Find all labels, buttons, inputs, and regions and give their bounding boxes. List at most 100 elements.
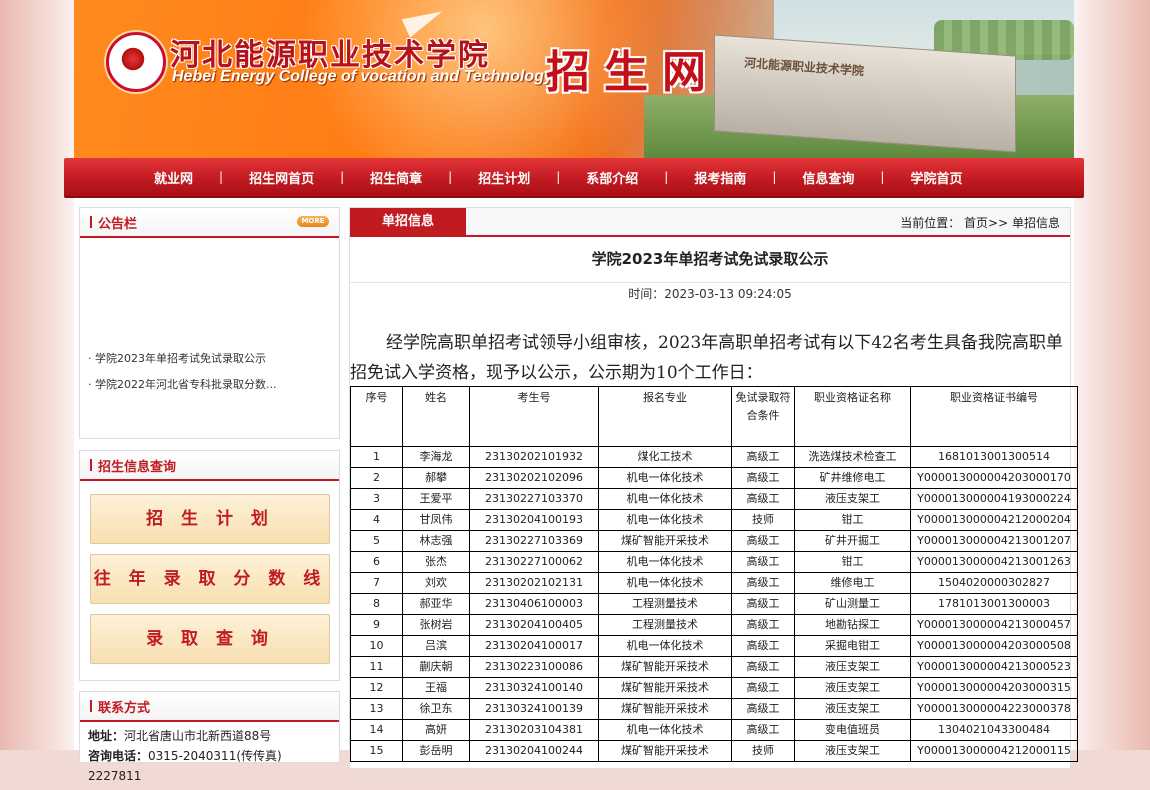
table-cell: 2: [350, 467, 403, 489]
table-cell: 高级工: [731, 635, 795, 657]
column-header: 序号: [350, 386, 403, 447]
admission-plan-button[interactable]: 招 生 计 划: [90, 494, 330, 544]
table-cell: 煤化工技术: [598, 446, 732, 468]
table-cell: 技师: [731, 740, 795, 762]
tab-single-admission[interactable]: 单招信息: [350, 208, 466, 235]
column-header: 职业资格证名称: [794, 386, 911, 447]
table-cell: Y000013000004212000204: [910, 509, 1078, 531]
list-item[interactable]: · 学院2023年单招考试免试录取公示: [88, 346, 328, 372]
table-cell: 液压支架工: [794, 677, 911, 699]
table-cell: 7: [350, 572, 403, 594]
college-name-en: Hebei Energy College of vocation and Tec…: [172, 68, 553, 85]
table-cell: 工程测量技术: [598, 614, 732, 636]
nav-list: 就业网 | 招生网首页 | 招生简章 | 招生计划 | 系部介绍 | 报考指南 | 信息查询…: [154, 158, 988, 196]
table-cell: 机电一体化技术: [598, 467, 732, 489]
table-cell: 23130324100140: [469, 677, 599, 699]
table-cell: 高级工: [731, 677, 795, 699]
logo-emblem-icon: [120, 46, 146, 72]
nav-item-admission-home[interactable]: 招生网首页: [223, 168, 340, 187]
table-cell: 吕滨: [402, 635, 470, 657]
table-cell: 液压支架工: [794, 656, 911, 678]
table-cell: 23130204100405: [469, 614, 599, 636]
breadcrumb-home-link[interactable]: 首页>>: [964, 216, 1008, 230]
table-cell: 高级工: [731, 572, 795, 594]
table-cell: 液压支架工: [794, 740, 911, 762]
table-cell: 高级工: [731, 467, 795, 489]
address-value: 河北省唐山市北新西道88号: [124, 729, 272, 743]
table-cell: 23130227103370: [469, 488, 599, 510]
table-cell: 煤矿智能开采技术: [598, 677, 732, 699]
breadcrumb-label: 当前位置：: [900, 216, 961, 230]
table-cell: 高级工: [731, 698, 795, 720]
column-header: 姓名: [402, 386, 470, 447]
table-cell: 23130223100086: [469, 656, 599, 678]
table-cell: 1: [350, 446, 403, 468]
table-cell: 矿井维修电工: [794, 467, 911, 489]
contact-body: 地址：河北省唐山市北新西道88号 咨询电话：0315-2040311(传传真) …: [80, 722, 339, 790]
table-cell: 矿山测量工: [794, 593, 911, 615]
table-cell: 12: [350, 677, 403, 699]
table-cell: 23130202102131: [469, 572, 599, 594]
table-cell: 煤矿智能开采技术: [598, 530, 732, 552]
table-cell: 3: [350, 488, 403, 510]
nav-item-admission-brochure[interactable]: 招生简章: [344, 168, 448, 187]
table-cell: 王爱平: [402, 488, 470, 510]
table-cell: 彭岳明: [402, 740, 470, 762]
nav-item-admission-plan[interactable]: 招生计划: [452, 168, 556, 187]
table-header-row: 序号 姓名 考生号 报名专业 免试录取符合条件 职业资格证名称 职业资格证书编号: [350, 386, 1078, 447]
table-cell: 1504020000302827: [910, 572, 1078, 594]
table-cell: Y000013000004193000224: [910, 488, 1078, 510]
table-cell: 23130406100003: [469, 593, 599, 615]
notice-panel: 公告栏 MORE · 学院2023年单招考试免试录取公示 · 学院2022年河北…: [79, 207, 340, 439]
table-cell: 机电一体化技术: [598, 572, 732, 594]
nav-item-employment[interactable]: 就业网: [154, 168, 219, 187]
table-cell: 1304021043300484: [910, 719, 1078, 741]
table-cell: 郝亚华: [402, 593, 470, 615]
notice-list: · 学院2023年单招考试免试录取公示 · 学院2022年河北省专科批录取分数.…: [88, 346, 328, 410]
table-row: 2 郝攀 23130202102096 机电一体化技术 高级工 矿井维修电工 Y000013…: [350, 467, 1078, 489]
breadcrumb-current[interactable]: 单招信息: [1012, 216, 1060, 230]
article-title: 学院2023年单招考试免试录取公示: [591, 250, 829, 268]
time-label: 时间：: [628, 287, 665, 301]
table-cell: 钳工: [794, 509, 911, 531]
table-row: 14 高妍 23130203104381 机电一体化技术 高级工 变电值班员 1304021…: [350, 719, 1078, 741]
address-label: 地址：: [88, 729, 125, 743]
table-cell: 地勘钻探工: [794, 614, 911, 636]
table-cell: 郝攀: [402, 467, 470, 489]
nav-item-departments[interactable]: 系部介绍: [560, 168, 664, 187]
list-item[interactable]: · 学院2022年河北省专科批录取分数...: [88, 372, 328, 398]
header-marker: [90, 459, 92, 471]
table-cell: Y000013000004223000378: [910, 698, 1078, 720]
column-header: 报名专业: [598, 386, 732, 447]
nav-item-guide[interactable]: 报考指南: [668, 168, 772, 187]
table-cell: Y000013000004213001263: [910, 551, 1078, 573]
table-cell: 高级工: [731, 446, 795, 468]
notice-link[interactable]: 学院2023年单招考试免试录取公示: [95, 352, 266, 365]
table-row: 5 林志强 23130227103369 煤矿智能开采技术 高级工 矿井开掘工 Y00001…: [350, 530, 1078, 552]
table-cell: 张树岩: [402, 614, 470, 636]
notice-panel-header: 公告栏 MORE: [80, 208, 339, 238]
admission-query-button[interactable]: 录 取 查 询: [90, 614, 330, 664]
contact-panel-header: 联系方式: [80, 692, 339, 722]
table-row: 13 徐卫东 23130324100139 煤矿智能开采技术 高级工 液压支架工 Y0000…: [350, 698, 1078, 720]
table-cell: 23130324100139: [469, 698, 599, 720]
table-cell: 机电一体化技术: [598, 509, 732, 531]
more-button[interactable]: MORE: [297, 216, 329, 227]
notice-link[interactable]: 学院2022年河北省专科批录取分数...: [95, 378, 276, 391]
table-cell: 14: [350, 719, 403, 741]
table-cell: 4: [350, 509, 403, 531]
table-cell: 高级工: [731, 614, 795, 636]
table-cell: 机电一体化技术: [598, 635, 732, 657]
nav-item-info-query[interactable]: 信息查询: [776, 168, 880, 187]
table-row: 4 甘凤伟 23130204100193 机电一体化技术 技师 钳工 Y0000130000…: [350, 509, 1078, 531]
table-cell: Y000013000004203000315: [910, 677, 1078, 699]
past-scores-button[interactable]: 往 年 录 取 分 数 线: [90, 554, 330, 604]
college-logo[interactable]: [106, 32, 166, 92]
table-cell: 李海龙: [402, 446, 470, 468]
query-panel-title: 招生信息查询: [98, 460, 177, 475]
nav-item-college-home[interactable]: 学院首页: [884, 168, 988, 187]
table-cell: 23130227103369: [469, 530, 599, 552]
table-cell: Y000013000004213000457: [910, 614, 1078, 636]
article-paragraph: 经学院高职单招考试领导小组审核，2023年高职单招考试有以下42名考生具备我院高…: [350, 333, 1063, 383]
table-cell: 洗选煤技术检查工: [794, 446, 911, 468]
